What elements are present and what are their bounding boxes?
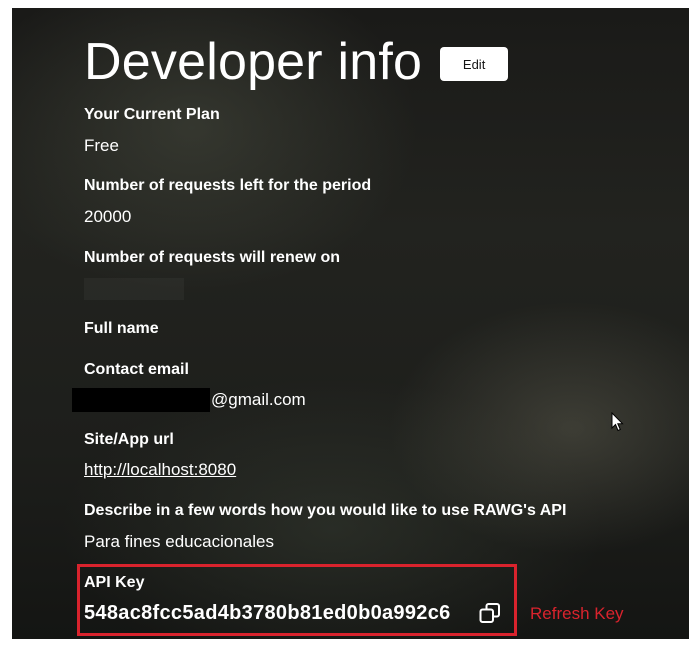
contact-email-label: Contact email [84,361,189,378]
copy-icon[interactable] [478,601,502,625]
plan-value: Free [84,136,119,155]
email-redaction-block [72,388,210,412]
api-key-label: API Key [84,574,145,591]
title-row: Developer info Edit [84,30,509,94]
contact-email-value: @gmail.com [211,390,306,409]
edit-button[interactable]: Edit [440,47,509,81]
full-name-label: Full name [84,320,159,337]
plan-label: Your Current Plan [84,106,220,123]
renew-on-label: Number of requests will renew on [84,249,341,266]
page-title: Developer info [84,33,423,91]
renew-on-value [84,278,184,300]
refresh-key-button[interactable]: Refresh Key [530,604,624,624]
site-url-label: Site/App url [84,431,174,448]
api-key-value: 548ac8fcc5ad4b3780b81ed0b0a992c6 [84,602,451,624]
developer-info-panel: Developer info Edit Your Current Plan Fr… [12,8,689,639]
requests-left-value: 20000 [84,207,132,226]
mouse-cursor-icon [611,412,624,432]
usage-value: Para fines educacionales [84,532,274,551]
usage-label: Describe in a few words how you would li… [84,502,567,519]
requests-left-label: Number of requests left for the period [84,177,372,194]
site-url-link[interactable]: http://localhost:8080 [84,460,236,480]
